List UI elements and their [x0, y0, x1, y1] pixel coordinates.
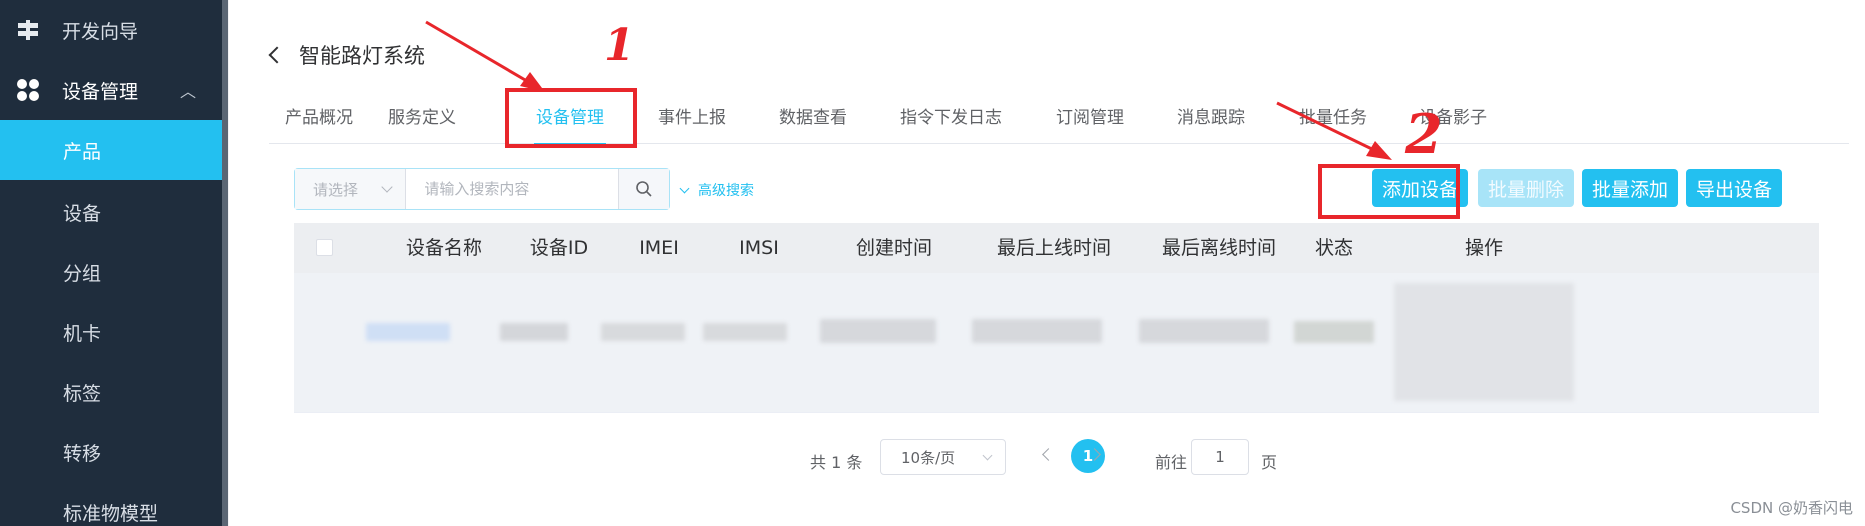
tab-command-log[interactable]: 指令下发日志 — [900, 92, 1002, 144]
grid-icon — [14, 76, 42, 104]
sidebar-item-product[interactable]: 产品 — [0, 120, 222, 180]
tab-product-overview[interactable]: 产品概况 — [285, 92, 353, 144]
export-device-button[interactable]: 导出设备 — [1686, 169, 1782, 207]
advanced-search-label: 高级搜索 — [698, 183, 754, 199]
tab-message-trace[interactable]: 消息跟踪 — [1177, 92, 1245, 144]
prev-page-icon[interactable] — [1042, 448, 1055, 461]
blurred-cell — [366, 323, 450, 341]
pagination-total: 共 1 条 — [810, 453, 863, 472]
sidebar-item-label: 机卡 — [63, 322, 102, 345]
tab-batch-task[interactable]: 批量任务 — [1299, 92, 1367, 144]
blurred-cell — [1139, 319, 1269, 343]
search-bar: 请选择 — [294, 168, 670, 210]
tab-service-definition[interactable]: 服务定义 — [388, 92, 456, 144]
search-icon — [636, 181, 652, 197]
column-header: 创建时间 — [855, 237, 932, 259]
watermark: CSDN @奶香闪电 — [1730, 499, 1853, 517]
sidebar-item-sim-card[interactable]: 机卡 — [0, 302, 222, 362]
main-panel: 智能路灯系统 产品概况 服务定义 设备管理 事件上报 数据查看 指令下发日志 订… — [229, 0, 1865, 526]
table-header: 设备名称 设备ID IMEI IMSI 创建时间 最后上线时间 最后离线时间 状… — [294, 223, 1819, 273]
chevron-down-icon — [381, 181, 394, 193]
sidebar-scrollbar[interactable] — [222, 0, 228, 526]
column-header: 设备名称 — [405, 237, 482, 259]
page-size-select[interactable]: 10条/页 — [880, 439, 1006, 475]
annotation-box-tab — [505, 88, 637, 148]
annotation-number-2: 2 — [1405, 102, 1443, 166]
chevron-up-icon: ︿ — [179, 82, 196, 101]
annotation-box-add-button — [1318, 164, 1460, 219]
blurred-cell — [500, 323, 568, 341]
blurred-status — [1294, 321, 1374, 343]
sidebar-group-label: 设备管理 — [62, 80, 139, 103]
column-header: 最后上线时间 — [996, 237, 1111, 259]
column-header: IMSI — [739, 237, 779, 259]
column-header: 设备ID — [529, 237, 589, 259]
goto-label: 前往 — [1155, 453, 1188, 472]
chevron-down-icon — [982, 450, 993, 461]
select-all-checkbox[interactable] — [316, 239, 333, 256]
advanced-search-link[interactable]: 高级搜索 — [679, 180, 754, 200]
blurred-cell — [820, 319, 936, 343]
sidebar-item-transfer[interactable]: 转移 — [0, 422, 222, 482]
back-link[interactable]: 智能路灯系统 — [268, 40, 425, 70]
page-number-button[interactable]: 1 — [1071, 439, 1105, 473]
chevron-left-icon — [268, 46, 286, 64]
sidebar: 开发向导 设备管理 ︿ 产品 设备 分组 机卡 标签 转移 标准物模型 — [0, 0, 228, 526]
sidebar-item-tag[interactable]: 标签 — [0, 362, 222, 422]
sidebar-item-device[interactable]: 设备 — [0, 182, 222, 242]
sidebar-item-label: 标签 — [63, 382, 102, 405]
pagination: 共 1 条 10条/页 1 前往 1 页 — [269, 439, 1849, 479]
tab-data-view[interactable]: 数据查看 — [779, 92, 847, 144]
sidebar-item-standard-model[interactable]: 标准物模型 — [0, 482, 222, 526]
sidebar-item-label: 分组 — [63, 262, 102, 285]
search-field-select[interactable]: 请选择 — [295, 169, 407, 209]
sidebar-item-group[interactable]: 分组 — [0, 242, 222, 302]
blurred-cell — [601, 323, 685, 341]
page-size-value: 10条/页 — [901, 448, 956, 467]
annotation-number-1: 1 — [604, 20, 635, 71]
sidebar-item-label: 设备 — [63, 202, 102, 225]
goto-page-input[interactable]: 1 — [1191, 439, 1249, 475]
sidebar-item-label: 产品 — [63, 140, 102, 163]
content-area: 请选择 高级搜索 添加设备 批量删除 批量添加 导出设备 设备名称 设备ID I… — [269, 144, 1849, 526]
batch-add-button[interactable]: 批量添加 — [1582, 169, 1678, 207]
chevron-down-icon — [679, 183, 690, 193]
column-header: 最后离线时间 — [1161, 237, 1276, 259]
table-row[interactable] — [294, 273, 1819, 413]
page-title: 智能路灯系统 — [299, 44, 425, 68]
tab-event-report[interactable]: 事件上报 — [658, 92, 726, 144]
tab-subscription[interactable]: 订阅管理 — [1056, 92, 1124, 144]
batch-delete-button[interactable]: 批量删除 — [1478, 169, 1574, 207]
blurred-cell — [972, 319, 1102, 343]
page-unit-label: 页 — [1261, 453, 1278, 472]
sidebar-group-device-management[interactable]: 设备管理 ︿ — [0, 66, 222, 114]
sidebar-item-dev-guide[interactable]: 开发向导 — [0, 8, 222, 52]
search-input[interactable] — [406, 169, 619, 209]
search-button[interactable] — [618, 169, 669, 209]
sidebar-item-label: 开发向导 — [62, 20, 139, 43]
sidebar-item-label: 标准物模型 — [63, 502, 159, 525]
column-header: IMEI — [639, 237, 679, 259]
column-header: 状态 — [1314, 237, 1353, 259]
signpost-icon — [14, 16, 42, 44]
select-placeholder: 请选择 — [313, 180, 359, 199]
blurred-actions — [1394, 283, 1574, 401]
column-header: 操作 — [1464, 237, 1503, 259]
blurred-cell — [703, 323, 787, 341]
sidebar-item-label: 转移 — [63, 442, 102, 465]
